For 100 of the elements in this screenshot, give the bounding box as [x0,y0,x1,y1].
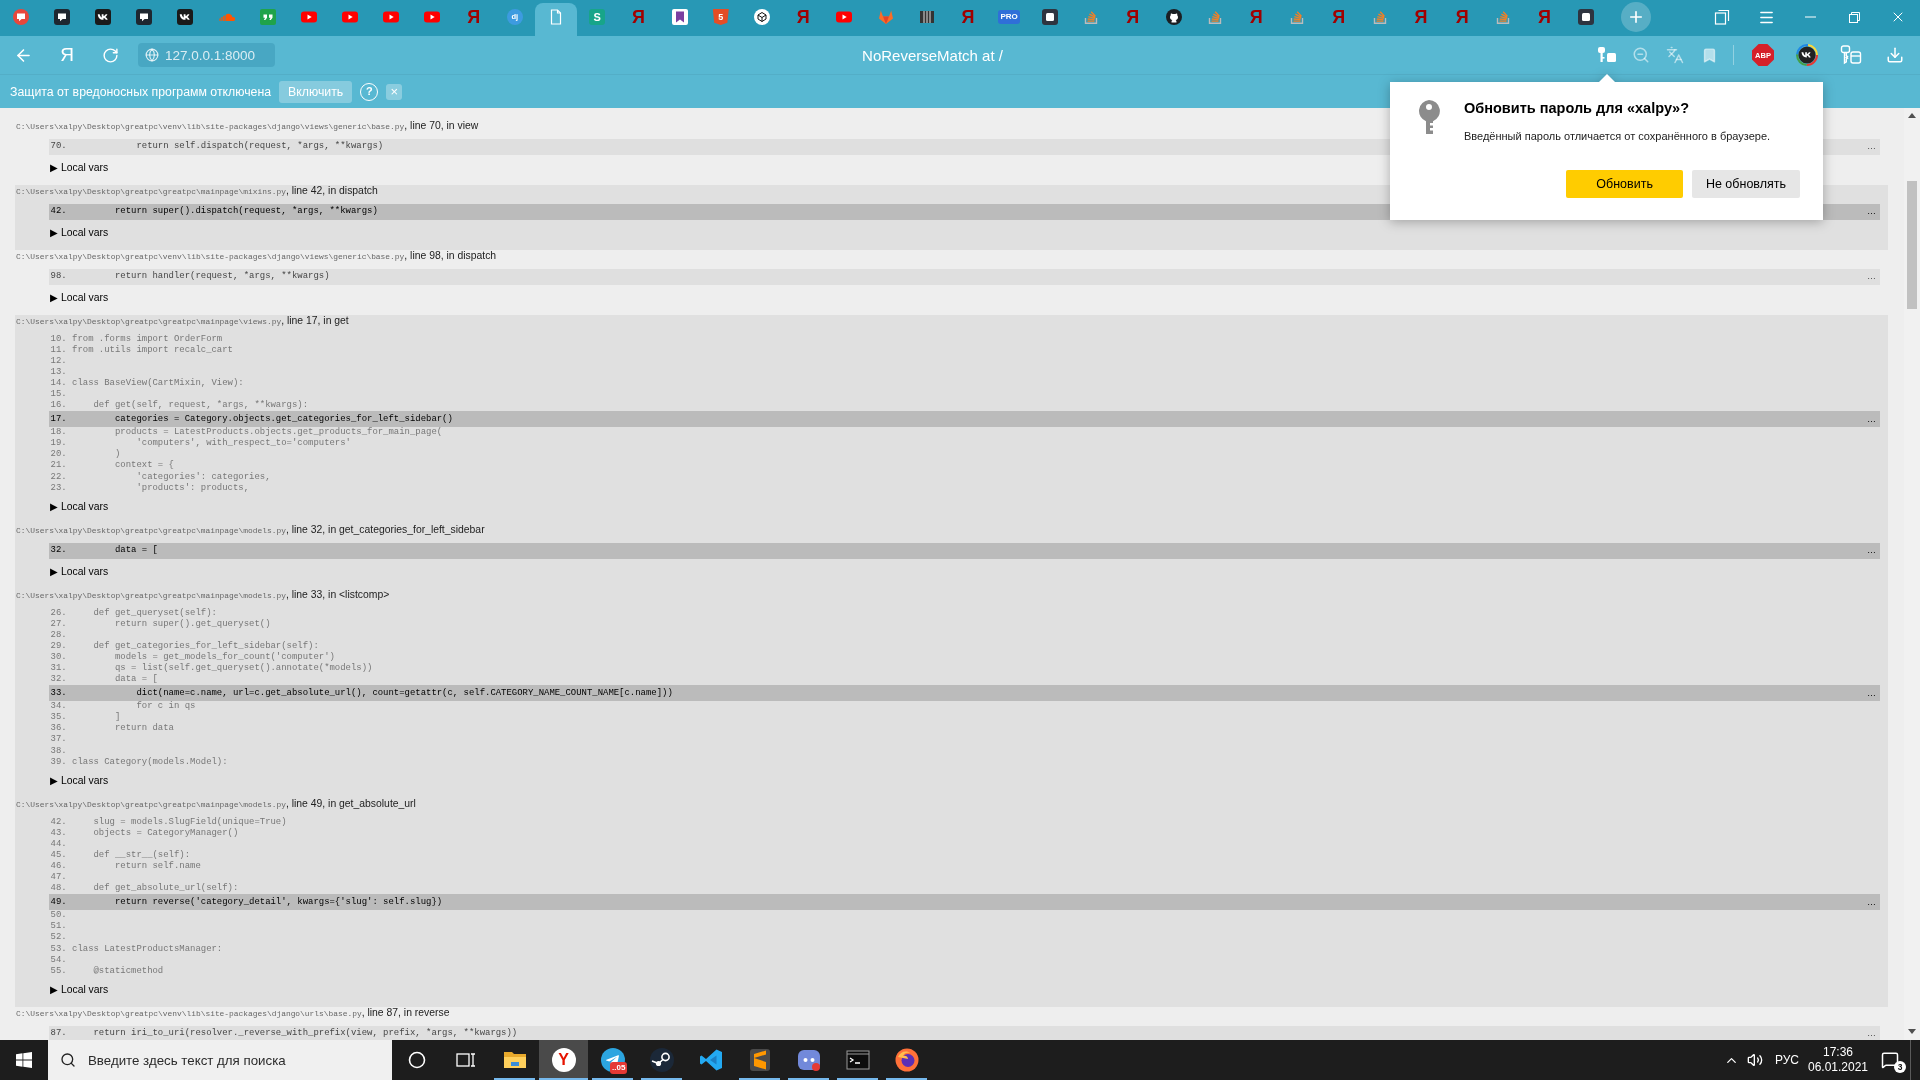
code-text: return reverse('category_detail', kwargs={'slug': self.slug}) [113,896,443,908]
logo-letter: Я [1538,9,1551,25]
minimize-icon[interactable] [1804,16,1816,18]
line-number: 50. [50,910,67,922]
ellipsis-marker: … [1867,271,1876,283]
line-number: 28. [50,629,67,641]
chat-bubble-icon [53,9,70,25]
line-number: 29. [50,640,67,652]
code-text: data = [ [113,545,158,557]
line-number: 53. [50,943,67,955]
browser-tab[interactable]: Я [453,3,495,36]
line-number: 49. [50,896,67,908]
stacked-squares-icon[interactable] [1714,9,1730,25]
reload-icon[interactable] [101,46,119,64]
stack-icon [1495,9,1512,25]
quote-icon [259,9,276,25]
browser-tab[interactable]: Я [1318,3,1360,36]
code-text: 'categories': categories, [135,471,271,483]
local-vars-toggle[interactable]: ▶ Local vars [50,774,109,787]
line-number: 34. [50,701,67,713]
play-icon [424,9,441,25]
browser-tab[interactable]: Я [782,3,824,36]
scroll-down-icon[interactable] [1908,1029,1916,1034]
code-text: from .utils import recalc_cart [72,344,233,356]
local-vars-toggle[interactable]: ▶ Local vars [50,226,109,239]
code-text: products = LatestProducts.objects.get_products_for_main_page( [113,427,443,438]
browser-tab[interactable]: Я [1523,3,1566,36]
ring-logo-icon[interactable] [1796,44,1818,66]
update-button[interactable]: Обновить [1566,170,1683,198]
restore-icon[interactable] [1848,11,1860,23]
translate-icon[interactable] [1666,46,1684,64]
line-number: 87. [50,1028,67,1040]
key-card-icon[interactable] [1597,46,1617,64]
line-number: 32. [50,545,67,557]
line-number: 19. [50,438,67,450]
line-number: 47. [50,872,67,884]
line-number: 51. [50,921,67,933]
local-vars-toggle[interactable]: ▶ Local vars [50,161,109,174]
stack-icon [1083,9,1100,25]
line-number: 20. [50,449,67,461]
taskbar-app[interactable]: ..05 [588,1040,637,1080]
search-icon [60,1052,76,1068]
browser-tab[interactable]: Я [617,3,659,36]
browser-tab[interactable]: Я [1400,3,1442,36]
clock-button[interactable]: 17:36 06.01.2021 [1807,1045,1869,1075]
close-button[interactable]: × [386,83,403,100]
volume-icon[interactable] [1747,1052,1763,1068]
stack-icon [1207,9,1224,25]
browser-tab[interactable]: S [576,3,618,36]
stripes-icon [918,9,935,25]
language-indicator[interactable]: РУС [1775,1053,1799,1067]
local-vars-toggle[interactable]: ▶ Local vars [50,291,109,304]
code-text: def get_categories_for_left_sidebar(self): [92,640,319,652]
enable-button[interactable]: Включить [279,80,353,103]
play-icon [300,9,317,25]
line-number: 38. [50,745,67,757]
ribbon-logo-icon [698,1048,723,1072]
logo-letter: Я [1249,9,1263,25]
code-text: return super().get_queryset() [113,618,271,630]
local-vars-toggle[interactable]: ▶ Local vars [50,500,109,513]
browser-tab[interactable]: Я [1441,3,1483,36]
line-number: 12. [50,355,67,367]
play-icon [383,9,400,25]
dismiss-button[interactable]: Не обновлять [1691,170,1800,198]
logo-letter: Я [796,9,810,25]
window-panes-icon[interactable] [16,1052,32,1068]
line-number: 13. [50,366,67,378]
ellipsis-marker: … [1867,1028,1876,1040]
browser-tab[interactable]: 5 [700,3,742,36]
taskbar-app[interactable]: Y [539,1040,588,1080]
code-text: return iri_to_uri(resolver._reverse_with_prefix(view, prefix, *args, **kwargs)) [92,1028,518,1040]
browser-tab[interactable]: Я [1112,3,1154,36]
scroll-up-icon[interactable] [1908,113,1916,118]
logo-letter: Я [961,9,975,25]
download-icon[interactable] [1886,46,1904,64]
line-number: 10. [50,333,67,345]
line-number: 46. [50,861,67,873]
square-logo-icon [1042,9,1059,25]
code-text: return data [113,723,174,735]
line-number: 17. [50,413,67,425]
line-number: 30. [50,651,67,664]
home-letter[interactable]: Я [60,45,74,65]
search-field[interactable]: Введите здесь текст для поиска [48,1040,392,1080]
browser-tab[interactable]: Я [947,3,989,36]
code-text: for c in qs [135,701,196,713]
code-text: 'products': products, [135,482,250,494]
local-vars-toggle[interactable]: ▶ Local vars [50,983,109,996]
key-card-icon[interactable] [1840,45,1862,65]
local-vars-toggle[interactable]: ▶ Local vars [50,565,109,578]
notification-icon[interactable] [1881,1051,1899,1069]
browser-tab[interactable]: PRO [988,3,1030,36]
browser-tab[interactable]: Я [1235,3,1277,36]
line-number: 54. [50,954,67,966]
face-logo-icon [796,1048,821,1072]
scrollbar-thumb[interactable] [1907,181,1917,309]
logo-tile: PRO [998,10,1021,24]
new-tab-button[interactable] [1621,2,1652,32]
line-number: 23. [50,482,67,494]
line-number: 11. [50,344,67,356]
address-field[interactable]: 127.0.0.1:8000 [138,43,275,67]
